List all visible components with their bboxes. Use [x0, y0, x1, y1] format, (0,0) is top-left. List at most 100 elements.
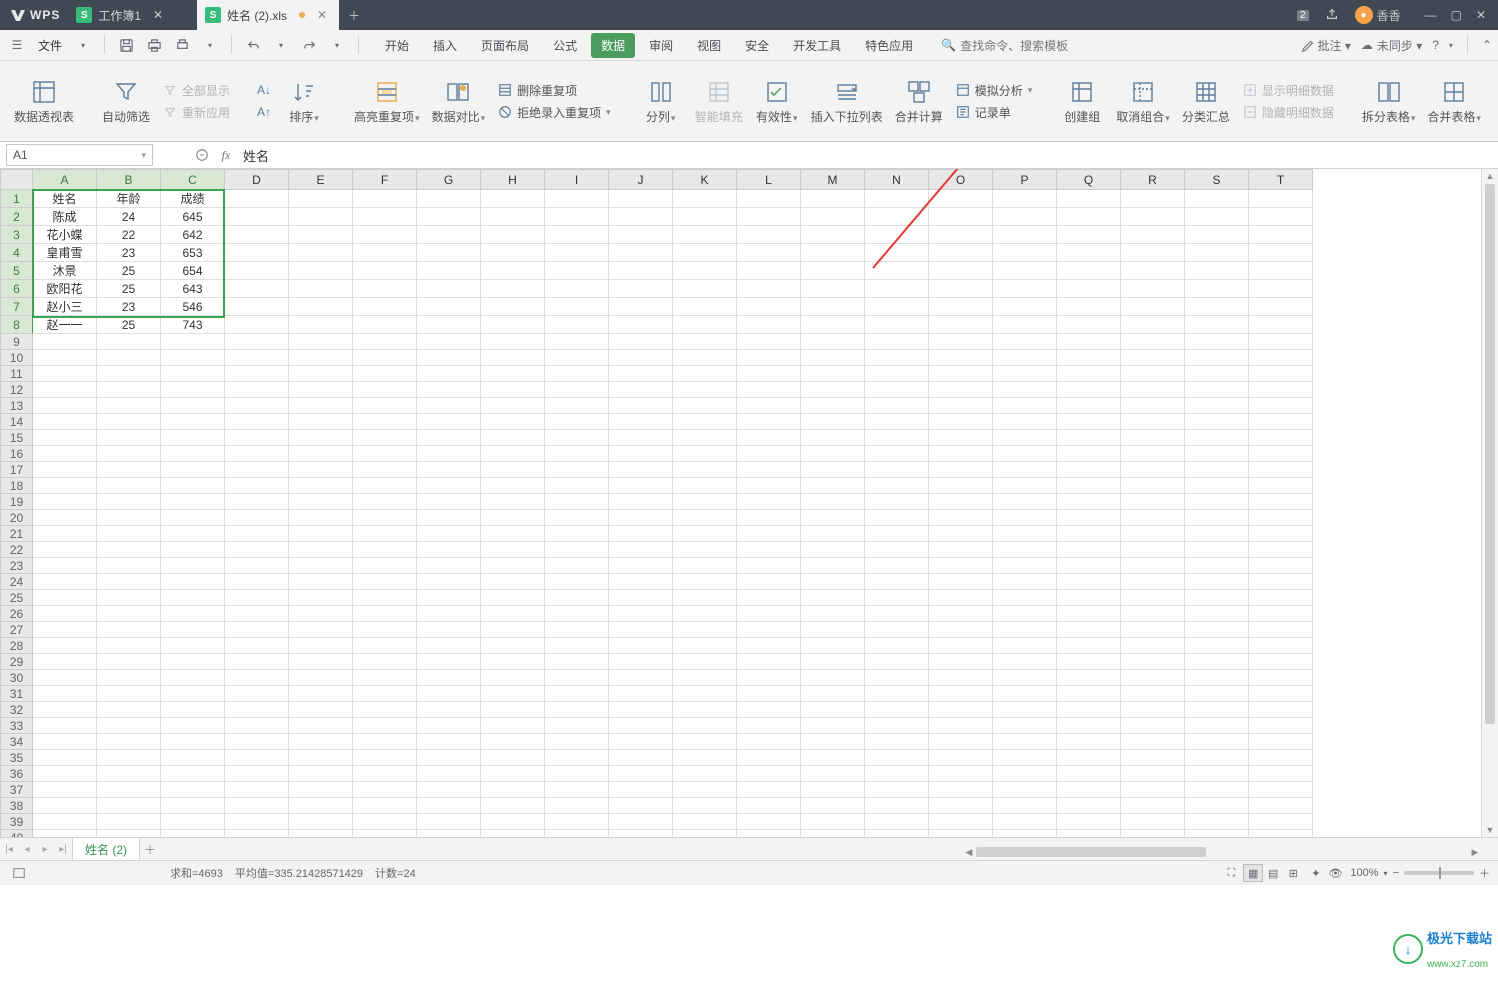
cell[interactable] [545, 298, 609, 316]
cell[interactable] [865, 190, 929, 208]
cell[interactable] [609, 350, 673, 366]
cell[interactable] [1057, 462, 1121, 478]
cell[interactable] [1249, 298, 1313, 316]
col-header[interactable]: M [801, 170, 865, 190]
cell[interactable] [481, 814, 545, 830]
row-header[interactable]: 39 [1, 814, 33, 830]
cell[interactable] [545, 574, 609, 590]
cell[interactable] [161, 574, 225, 590]
cell[interactable] [161, 590, 225, 606]
cell[interactable] [993, 350, 1057, 366]
formula-input[interactable]: 姓名 [235, 146, 1498, 165]
normal-view-icon[interactable]: ▦ [1243, 864, 1263, 882]
cell[interactable] [417, 782, 481, 798]
cell[interactable] [225, 244, 289, 262]
cell[interactable] [417, 430, 481, 446]
cell[interactable] [801, 590, 865, 606]
cell[interactable] [609, 414, 673, 430]
cell[interactable] [929, 208, 993, 226]
cell[interactable] [1057, 334, 1121, 350]
cell[interactable] [673, 558, 737, 574]
cell[interactable] [737, 558, 801, 574]
cell[interactable] [801, 262, 865, 280]
cell[interactable] [1249, 382, 1313, 398]
cell[interactable] [481, 734, 545, 750]
cell[interactable] [1121, 510, 1185, 526]
cell[interactable]: 年龄 [97, 190, 161, 208]
cell[interactable] [673, 414, 737, 430]
cell[interactable] [1121, 686, 1185, 702]
cell[interactable] [225, 494, 289, 510]
cell[interactable] [801, 558, 865, 574]
cell[interactable] [545, 382, 609, 398]
row-header[interactable]: 25 [1, 590, 33, 606]
row-header[interactable]: 15 [1, 430, 33, 446]
horizontal-scrollbar[interactable]: ◀ ▶ [962, 844, 1482, 860]
cell[interactable] [1057, 798, 1121, 814]
cell[interactable] [929, 430, 993, 446]
cell[interactable] [225, 446, 289, 462]
cell[interactable] [801, 622, 865, 638]
cell[interactable] [481, 190, 545, 208]
cell[interactable] [353, 542, 417, 558]
col-header[interactable]: I [545, 170, 609, 190]
cell[interactable] [801, 462, 865, 478]
cell[interactable] [97, 494, 161, 510]
cell[interactable] [97, 622, 161, 638]
cell[interactable] [161, 478, 225, 494]
cell[interactable] [33, 574, 97, 590]
cell[interactable] [33, 734, 97, 750]
cell[interactable] [929, 542, 993, 558]
cell[interactable] [737, 398, 801, 414]
cell[interactable] [737, 526, 801, 542]
show-detail-button[interactable]: 显示明细数据 [1236, 79, 1340, 101]
cell[interactable] [929, 718, 993, 734]
cell[interactable] [289, 542, 353, 558]
cell[interactable] [737, 782, 801, 798]
cell[interactable] [1249, 574, 1313, 590]
cell[interactable] [1185, 654, 1249, 670]
cell[interactable] [1121, 782, 1185, 798]
cell[interactable] [417, 830, 481, 838]
row-header[interactable]: 28 [1, 638, 33, 654]
cell[interactable] [353, 430, 417, 446]
cell[interactable] [929, 782, 993, 798]
cell[interactable] [97, 382, 161, 398]
cell[interactable] [1185, 798, 1249, 814]
col-header[interactable]: N [865, 170, 929, 190]
cell[interactable] [801, 510, 865, 526]
cell[interactable] [737, 654, 801, 670]
cell[interactable] [97, 750, 161, 766]
cell[interactable] [1185, 734, 1249, 750]
cell[interactable] [353, 734, 417, 750]
close-icon[interactable]: ✕ [315, 8, 329, 22]
cell[interactable] [289, 622, 353, 638]
row-header[interactable]: 20 [1, 510, 33, 526]
cell[interactable] [289, 190, 353, 208]
cell[interactable] [1249, 350, 1313, 366]
cell[interactable] [161, 670, 225, 686]
cell[interactable] [33, 606, 97, 622]
cell[interactable] [801, 606, 865, 622]
cell[interactable] [1249, 782, 1313, 798]
cell[interactable] [801, 446, 865, 462]
row-header[interactable]: 14 [1, 414, 33, 430]
cell[interactable] [1185, 208, 1249, 226]
cell[interactable] [289, 670, 353, 686]
cell[interactable] [801, 702, 865, 718]
cell[interactable] [609, 622, 673, 638]
sync-status[interactable]: ☁未同步 ▾ [1361, 37, 1422, 54]
cell[interactable] [801, 316, 865, 334]
cell[interactable] [673, 830, 737, 838]
cell[interactable] [1121, 590, 1185, 606]
cell[interactable] [609, 494, 673, 510]
cell[interactable] [993, 430, 1057, 446]
cell[interactable] [33, 494, 97, 510]
cell[interactable] [865, 830, 929, 838]
cell[interactable] [993, 398, 1057, 414]
cell[interactable] [33, 526, 97, 542]
cell[interactable] [801, 398, 865, 414]
cell[interactable] [481, 414, 545, 430]
cell[interactable] [993, 190, 1057, 208]
cell[interactable] [97, 366, 161, 382]
